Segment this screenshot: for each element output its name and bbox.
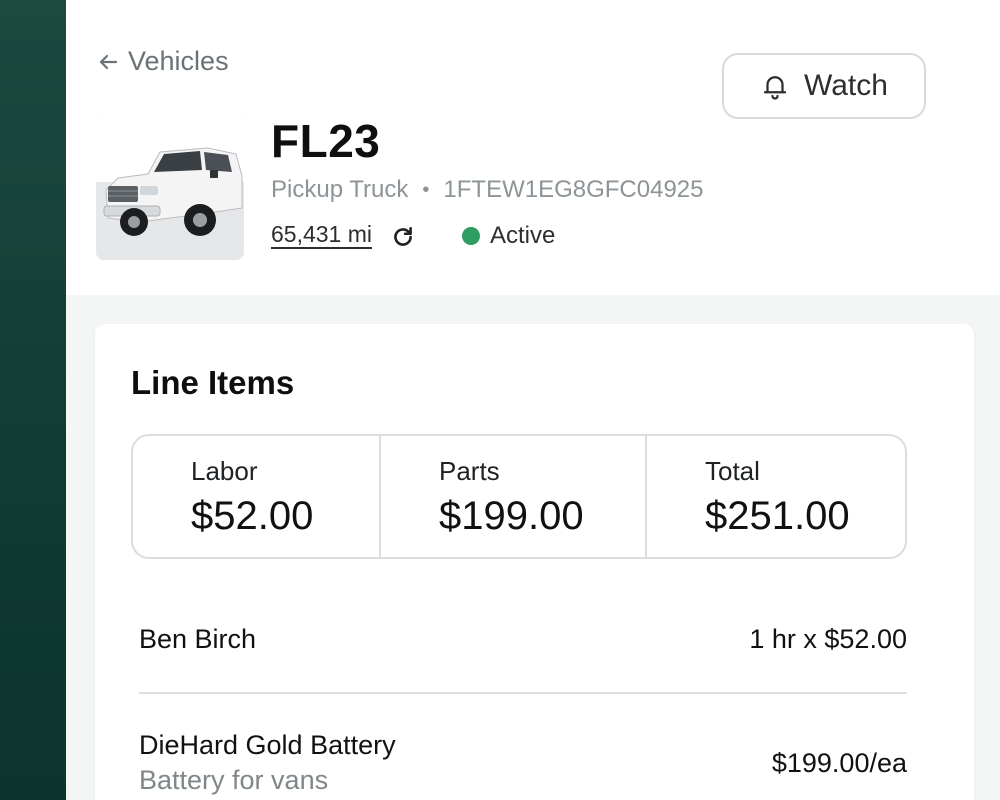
back-link[interactable]: Vehicles <box>96 46 229 77</box>
vehicle-vin: 1FTEW1EG8GFC04925 <box>443 176 704 203</box>
totals-parts-value: $199.00 <box>439 494 584 538</box>
totals-summary: Labor $52.00 Parts $199.00 Total $251.00 <box>131 434 907 559</box>
watch-button[interactable]: Watch <box>722 53 926 119</box>
arrow-left-icon <box>99 54 118 69</box>
mileage-row: 65,431 mi <box>271 218 416 250</box>
totals-labor: Labor $52.00 <box>133 436 379 557</box>
vehicle-subtitle: Pickup Truck • 1FTEW1EG8GFC04925 <box>271 176 704 204</box>
line-item-row[interactable]: Ben Birch 1 hr x $52.00 <box>139 624 907 655</box>
main-content: Vehicles Watch FL23 Pickup Truck • 1FTEW… <box>66 0 1000 800</box>
line-items-title: Line Items <box>131 364 295 401</box>
line-item-amount: $199.00/ea <box>771 748 907 778</box>
totals-parts-label: Parts <box>439 456 500 486</box>
watch-button-label: Watch <box>804 69 888 102</box>
line-items-card: Line Items Labor $52.00 Parts $199.00 To… <box>95 324 974 800</box>
sidebar <box>0 0 66 800</box>
totals-parts: Parts $199.00 <box>379 436 645 557</box>
mileage-link[interactable]: 65,431 mi <box>271 221 372 248</box>
line-item-amount: 1 hr x $52.00 <box>749 624 907 654</box>
vehicle-header: Vehicles Watch FL23 Pickup Truck • 1FTEW… <box>66 0 1000 295</box>
line-item-divider <box>139 692 907 694</box>
vehicle-name: FL23 <box>271 115 381 167</box>
totals-total-value: $251.00 <box>705 494 850 538</box>
status-dot-icon <box>462 227 480 245</box>
totals-total: Total $251.00 <box>645 436 905 557</box>
vehicle-photo <box>96 112 244 260</box>
totals-labor-label: Labor <box>191 456 258 486</box>
line-item-row[interactable]: DieHard Gold Battery Battery for vans $1… <box>139 730 907 796</box>
status-badge: Active <box>462 222 555 250</box>
refresh-icon[interactable] <box>390 224 416 250</box>
totals-total-label: Total <box>705 456 760 486</box>
bell-icon <box>763 76 787 100</box>
totals-labor-value: $52.00 <box>191 494 314 538</box>
status-label: Active <box>490 222 556 249</box>
vehicle-type: Pickup Truck <box>271 176 409 203</box>
back-link-label: Vehicles <box>128 46 229 76</box>
separator-dot: • <box>422 178 430 201</box>
pickup-truck-image <box>96 112 244 260</box>
